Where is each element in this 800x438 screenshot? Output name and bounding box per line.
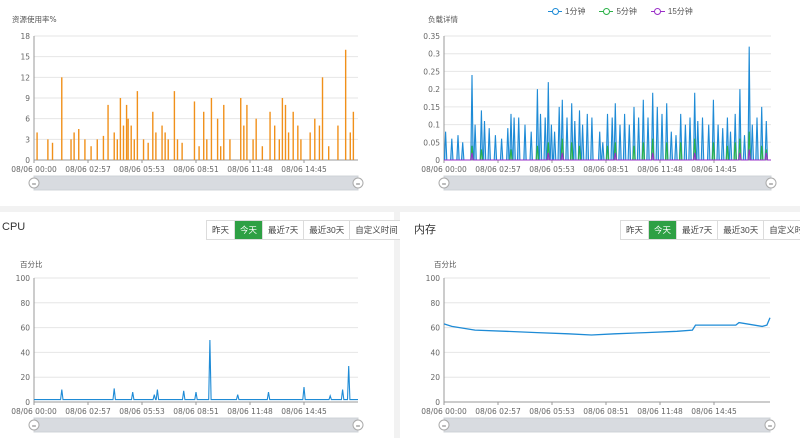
y-tick-label: 80 xyxy=(20,299,30,308)
zoom-slider-window xyxy=(444,176,771,190)
handle-grip-icon: = xyxy=(768,181,773,188)
x-tick-label: 08/06 05:53 xyxy=(529,165,575,174)
y-tick-label: 60 xyxy=(20,324,30,333)
y-tick-label: 6 xyxy=(25,115,30,124)
cpu-card: CPU 昨天 今天 最近7天 最近30天 自定义时间 百分比 0 20 40 60 80 1… xyxy=(0,212,404,438)
x-tick-label: 08/06 00:00 xyxy=(421,165,467,174)
handle-grip-icon: = xyxy=(31,181,36,188)
series-line xyxy=(34,339,358,401)
y-tick-label: 0.1 xyxy=(428,121,440,130)
x-tick-label: 08/06 14:45 xyxy=(691,407,737,416)
resource-usage-chart: 资源使用率% 0 3 6 9 12 15 18 08/06 00:00 08/06 02:57 08… xyxy=(11,14,364,191)
y-tick-label: 3 xyxy=(25,135,30,144)
memory-chart-svg: 百分比 0 20 40 60 80 100 08/06 00:00 08/06 02:57 08/… xyxy=(421,259,776,433)
memory-chart: 百分比 0 20 40 60 80 100 08/06 00:00 08/06 02:57 08/… xyxy=(421,259,776,433)
y-tick-label: 0.2 xyxy=(428,85,440,94)
y-axis-label: 负载详情 xyxy=(428,14,458,24)
x-tick-label: 08/06 11:48 xyxy=(227,407,273,416)
x-tick-label: 08/06 11:48 xyxy=(227,165,273,174)
handle-grip-icon: = xyxy=(441,423,446,430)
memory-card: 内存 昨天 今天 最近7天 最近30天 自定义时间 百分比02040608010… xyxy=(400,212,800,438)
y-tick-label: 0.05 xyxy=(423,138,440,147)
x-tick-label: 08/06 00:00 xyxy=(11,407,57,416)
handle-grip-icon: = xyxy=(441,181,446,188)
x-tick-label: 08/06 02:57 xyxy=(65,407,111,416)
x-tick-label: 08/06 11:48 xyxy=(637,165,683,174)
x-tick-label: 08/06 05:53 xyxy=(119,165,165,174)
y-tick-label: 100 xyxy=(426,274,441,283)
y-axis-label: 资源使用率% xyxy=(12,14,57,24)
y-tick-label: 0.15 xyxy=(423,103,440,112)
y-tick-label: 18 xyxy=(20,32,30,41)
y-tick-label: 40 xyxy=(20,348,30,357)
overview-card: 1分钟 5分钟 15分钟 资源使用率% 0 3 6 9 12 15 18 08/06 00:00… xyxy=(0,0,800,206)
y-tick-label: 100 xyxy=(16,274,31,283)
x-tick-label: 08/06 00:00 xyxy=(11,165,57,174)
cpu-chart: 百分比 0 20 40 60 80 100 08/06 00:00 08/06 02:57 08/… xyxy=(11,259,364,433)
series-line xyxy=(443,317,771,336)
y-tick-label: 80 xyxy=(430,299,440,308)
y-tick-label: 9 xyxy=(25,94,30,103)
handle-grip-icon: = xyxy=(355,181,360,188)
y-tick-label: 15 xyxy=(20,53,30,62)
x-tick-label: 08/06 02:57 xyxy=(475,165,521,174)
x-tick-label: 08/06 14:45 xyxy=(691,165,737,174)
x-tick-label: 08/06 02:57 xyxy=(65,165,111,174)
cpu-chart-svg: 百分比 0 20 40 60 80 100 08/06 00:00 08/06 02:57 08/… xyxy=(11,259,364,433)
y-axis-label: 百分比 xyxy=(20,259,43,269)
y-tick-label: 0.35 xyxy=(423,32,440,41)
zoom-slider-window xyxy=(444,418,770,432)
x-tick-label: 08/06 08:51 xyxy=(173,407,219,416)
handle-grip-icon: = xyxy=(355,423,360,430)
y-tick-label: 60 xyxy=(430,324,440,333)
x-tick-label: 08/06 02:57 xyxy=(475,407,521,416)
x-tick-label: 08/06 14:45 xyxy=(281,165,327,174)
handle-grip-icon: = xyxy=(767,423,772,430)
x-tick-label: 08/06 11:48 xyxy=(637,407,683,416)
y-tick-label: 0 xyxy=(25,398,30,407)
x-tick-label: 08/06 08:51 xyxy=(583,407,629,416)
y-tick-label: 0.25 xyxy=(423,67,440,76)
y-tick-label: 0 xyxy=(435,156,440,165)
load-detail-chart: 负载详情 0 0.05 0.1 0.15 0.2 0.25 0.3 0.35 08/06 00:0… xyxy=(421,14,777,191)
y-axis-label: 百分比 xyxy=(434,259,457,269)
y-tick-label: 0.3 xyxy=(428,50,440,59)
handle-grip-icon: = xyxy=(31,423,36,430)
zoom-slider-window xyxy=(34,418,358,432)
x-tick-label: 08/06 05:53 xyxy=(119,407,165,416)
y-tick-label: 0 xyxy=(25,156,30,165)
y-tick-label: 20 xyxy=(430,373,440,382)
x-tick-label: 08/06 08:51 xyxy=(173,165,219,174)
x-tick-label: 08/06 00:00 xyxy=(421,407,467,416)
y-tick-label: 12 xyxy=(20,73,30,82)
x-tick-label: 08/06 08:51 xyxy=(583,165,629,174)
y-tick-label: 0 xyxy=(435,398,440,407)
x-tick-label: 08/06 05:53 xyxy=(529,407,575,416)
overview-charts-svg: 资源使用率% 0 3 6 9 12 15 18 08/06 00:00 08/06 02:57 08… xyxy=(11,14,777,191)
y-tick-label: 40 xyxy=(430,348,440,357)
y-tick-label: 20 xyxy=(20,373,30,382)
x-tick-label: 08/06 14:45 xyxy=(281,407,327,416)
zoom-slider-window xyxy=(34,176,358,190)
